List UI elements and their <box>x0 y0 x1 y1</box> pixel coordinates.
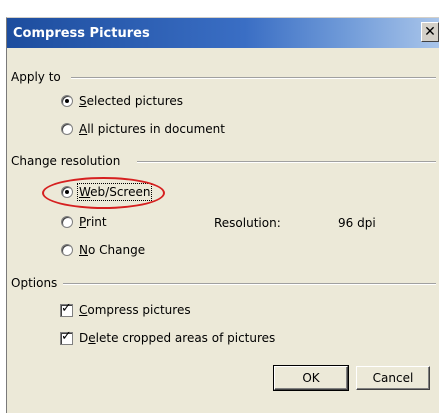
cancel-button[interactable]: Cancel <box>356 366 430 390</box>
checkbox-label-delete-cropped: Delete cropped areas of pictures <box>79 331 276 345</box>
radio-button[interactable] <box>61 123 73 135</box>
radio-button[interactable] <box>61 244 73 256</box>
radio-web-screen[interactable]: Web/Screen <box>61 183 153 201</box>
radio-button[interactable] <box>61 216 73 228</box>
change-resolution-divider <box>137 161 436 163</box>
radio-button[interactable] <box>61 95 73 107</box>
radio-selected-pictures[interactable]: Selected pictures <box>61 94 183 108</box>
radio-print[interactable]: Print <box>61 215 107 229</box>
checkbox[interactable]: ✓ <box>60 328 73 345</box>
dialog-title: Compress Pictures <box>13 25 150 41</box>
radio-button[interactable] <box>61 186 73 198</box>
resolution-label: Resolution: <box>214 216 281 230</box>
ok-button[interactable]: OK <box>273 365 349 391</box>
check-icon: ✓ <box>61 300 72 316</box>
radio-all-pictures[interactable]: All pictures in document <box>61 122 225 136</box>
title-bar[interactable]: Compress Pictures ✕ <box>7 18 439 48</box>
radio-label-all-pictures: All pictures in document <box>79 122 225 136</box>
compress-pictures-dialog: Compress Pictures ✕ Apply to Selected pi… <box>6 17 439 413</box>
checkbox-label-compress-pictures: Compress pictures <box>79 303 191 317</box>
checkbox-compress-pictures[interactable]: ✓ Compress pictures <box>60 300 191 317</box>
apply-to-divider <box>71 77 436 79</box>
resolution-value: 96 dpi <box>338 216 376 230</box>
options-divider <box>63 283 436 285</box>
close-icon: ✕ <box>424 24 436 40</box>
radio-label-print: Print <box>79 215 107 229</box>
radio-label-no-change: No Change <box>79 243 146 257</box>
change-resolution-group-label: Change resolution <box>11 154 121 168</box>
options-group-label: Options <box>11 276 58 290</box>
check-icon: ✓ <box>61 328 72 344</box>
apply-to-group-label: Apply to <box>11 70 61 84</box>
radio-no-change[interactable]: No Change <box>61 243 145 257</box>
radio-label-web-screen: Web/Screen <box>76 183 153 201</box>
close-button[interactable]: ✕ <box>421 22 439 42</box>
checkbox-delete-cropped[interactable]: ✓ Delete cropped areas of pictures <box>60 328 276 345</box>
radio-label-selected-pictures: Selected pictures <box>79 94 184 108</box>
checkbox[interactable]: ✓ <box>60 300 73 317</box>
